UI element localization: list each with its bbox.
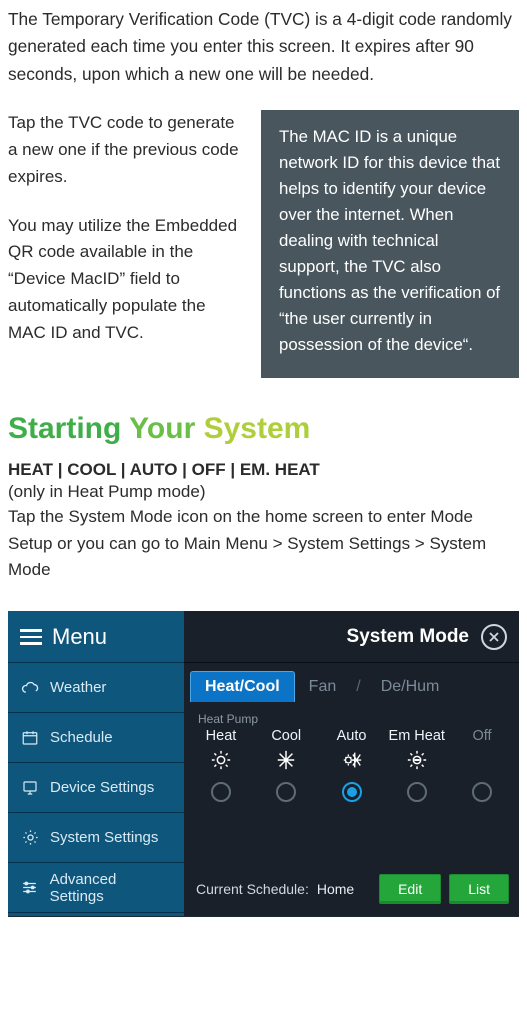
sliders-icon [20, 878, 40, 897]
mode-label: Off [472, 728, 491, 744]
list-button[interactable]: List [449, 874, 509, 904]
mode-cool[interactable]: Cool [257, 728, 315, 802]
mode-label: Auto [337, 728, 367, 744]
sidebar-item-system-settings[interactable]: System Settings [8, 813, 184, 863]
sidebar-item-label: Weather [50, 679, 106, 696]
system-mode-title: System Mode [347, 626, 469, 648]
menu-label: Menu [52, 624, 107, 650]
sidebar-item-weather[interactable]: Weather [8, 663, 184, 713]
schedule-bar: Current Schedule: Home Edit List [184, 864, 519, 916]
tab-heat-cool[interactable]: Heat/Cool [190, 671, 295, 702]
tab-separator: / [350, 672, 366, 702]
current-schedule-value: Home [317, 881, 354, 897]
mode-off[interactable]: Off [453, 728, 511, 802]
radio-indicator [407, 782, 427, 802]
radio-indicator [276, 782, 296, 802]
mode-options-body: Tap the System Mode icon on the home scr… [8, 504, 519, 583]
heat-pump-label: Heat Pump [184, 702, 519, 726]
sidebar-item-label: System Settings [50, 829, 158, 846]
tvc-regenerate-text: Tap the TVC code to generate a new one i… [8, 110, 241, 191]
mode-options-line: HEAT | COOL | AUTO | OFF | EM. HEAT [8, 460, 519, 480]
device-icon [20, 779, 40, 797]
sidebar-item-label: Schedule [50, 729, 113, 746]
edit-button[interactable]: Edit [379, 874, 441, 904]
sidebar-item-advanced-settings[interactable]: Advanced Settings [8, 863, 184, 913]
device-main: System Mode Heat/Cool Fan / De/Hum Heat … [184, 611, 519, 916]
radio-indicator [472, 782, 492, 802]
mode-options-row: Heat Cool Auto Em He [184, 726, 519, 802]
menu-header[interactable]: Menu [8, 611, 184, 663]
mode-label: Em Heat [389, 728, 445, 744]
mode-options-sub: (only in Heat Pump mode) [8, 482, 519, 502]
tab-fan[interactable]: Fan [295, 672, 351, 702]
mode-auto[interactable]: Auto [323, 728, 381, 802]
mode-label: Heat [206, 728, 237, 744]
gear-icon [20, 828, 40, 847]
sidebar-item-device-settings[interactable]: Device Settings [8, 763, 184, 813]
emergency-heat-icon [406, 748, 428, 772]
macid-callout: The MAC ID is a unique network ID for th… [261, 110, 519, 378]
qr-usage-text: You may utilize the Embedded QR code ava… [8, 213, 241, 347]
sidebar-item-label: Device Settings [50, 779, 154, 796]
heading-word-1: Starting [8, 412, 121, 445]
snowflake-icon [275, 748, 297, 772]
close-button[interactable] [481, 624, 507, 650]
sidebar-item-schedule[interactable]: Schedule [8, 713, 184, 763]
calendar-icon [20, 729, 40, 747]
menu-list: Weather Schedule Device Settings System … [8, 663, 184, 913]
radio-indicator [342, 782, 362, 802]
sun-icon [210, 748, 232, 772]
auto-icon [339, 748, 365, 772]
heading-word-2: Your [129, 412, 195, 445]
mode-em-heat[interactable]: Em Heat [388, 728, 446, 802]
device-sidebar: Menu Weather Schedule Device Settings [8, 611, 184, 916]
close-icon [488, 631, 500, 643]
section-heading: Starting Your System [8, 412, 519, 446]
system-mode-header: System Mode [184, 611, 519, 663]
heading-word-3: System [204, 412, 311, 445]
tab-row: Heat/Cool Fan / De/Hum [184, 663, 519, 702]
hamburger-icon [20, 629, 42, 645]
current-schedule-label: Current Schedule: [196, 881, 309, 897]
two-column-block: Tap the TVC code to generate a new one i… [8, 110, 519, 378]
cloud-icon [20, 678, 40, 698]
sidebar-item-label: Advanced Settings [50, 871, 172, 905]
tab-dehum[interactable]: De/Hum [367, 672, 454, 702]
intro-paragraph: The Temporary Verification Code (TVC) is… [8, 6, 519, 88]
device-screenshot: Menu Weather Schedule Device Settings [8, 611, 519, 917]
mode-heat[interactable]: Heat [192, 728, 250, 802]
mode-label: Cool [271, 728, 301, 744]
radio-indicator [211, 782, 231, 802]
left-column: Tap the TVC code to generate a new one i… [8, 110, 241, 347]
